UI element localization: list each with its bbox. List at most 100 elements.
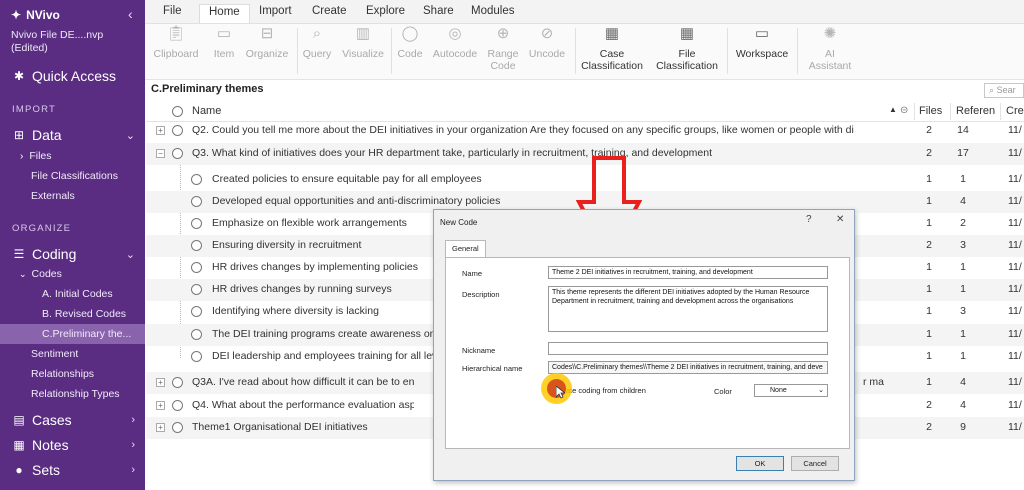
item-button[interactable]: ▭ Item <box>207 24 241 60</box>
row-radio[interactable] <box>172 377 183 388</box>
expand-icon[interactable]: + <box>156 401 165 410</box>
row-radio[interactable] <box>172 422 183 433</box>
hierarchical-name-field: Codes\\C.Preliminary themes\\Theme 2 DEI… <box>548 361 828 374</box>
column-created[interactable]: Crea <box>1006 105 1024 117</box>
query-icon: ⌕ <box>312 25 322 42</box>
collapse-sidebar-icon[interactable]: ‹ <box>128 6 133 22</box>
sidebar-item-revised-codes[interactable]: B. Revised Codes <box>0 304 145 324</box>
uncode-icon: ⊘ <box>540 25 554 42</box>
ok-button[interactable]: OK <box>736 456 784 471</box>
row-radio[interactable] <box>191 329 202 340</box>
query-button[interactable]: ⌕ Query <box>299 24 335 60</box>
chevron-down-icon: ⌄ <box>818 387 824 394</box>
code-button[interactable]: ◯ Code <box>394 24 426 60</box>
table-row[interactable]: + Q2. Could you tell me more about the D… <box>146 120 1024 142</box>
row-radio[interactable] <box>191 218 202 229</box>
section-import: IMPORT <box>12 104 56 115</box>
expand-icon[interactable]: + <box>156 423 165 432</box>
chevron-right-icon: › <box>131 439 135 451</box>
sidebar-item-codes[interactable]: ⌄ Codes <box>0 264 145 284</box>
sidebar-item-relationships[interactable]: Relationships <box>0 364 145 384</box>
clipboard-icon: 📋︎ <box>166 25 186 42</box>
row-radio[interactable] <box>191 262 202 273</box>
row-radio[interactable] <box>172 125 183 136</box>
sidebar-item-notes[interactable]: ▦ Notes › <box>0 435 145 455</box>
data-icon: ⊞ <box>13 128 25 142</box>
row-radio[interactable] <box>191 196 202 207</box>
ribbon-tabs: File Home Import Create Explore Share Mo… <box>145 0 1024 24</box>
row-radio[interactable] <box>191 240 202 251</box>
pin-icon: ✱ <box>13 69 25 83</box>
visualize-button[interactable]: ▥ Visualize <box>339 24 387 60</box>
expand-icon[interactable]: + <box>156 126 165 135</box>
sidebar-item-preliminary-themes[interactable]: C.Preliminary the... <box>0 324 145 344</box>
sets-icon: ● <box>15 463 23 477</box>
sidebar-item-externals[interactable]: Externals <box>0 186 145 206</box>
tab-import[interactable]: Import <box>259 5 292 17</box>
sidebar-item-relationship-types[interactable]: Relationship Types <box>0 384 145 404</box>
sidebar-item-cases[interactable]: ▤ Cases › <box>0 410 145 430</box>
tab-create[interactable]: Create <box>312 5 347 17</box>
tab-general[interactable]: General <box>445 240 486 257</box>
select-all-radio[interactable] <box>172 106 183 117</box>
autocode-button[interactable]: ◎ Autocode <box>429 24 481 60</box>
tab-share[interactable]: Share <box>423 5 454 17</box>
row-radio[interactable] <box>172 148 183 159</box>
nvivo-logo-icon: ✦ <box>11 8 22 22</box>
expand-icon[interactable]: + <box>156 378 165 387</box>
ai-assistant-button[interactable]: ✺ AI Assistant <box>803 24 857 72</box>
sidebar-item-quick-access[interactable]: ✱ Quick Access <box>0 66 145 86</box>
sidebar-item-file-classifications[interactable]: File Classifications <box>0 166 145 186</box>
close-icon[interactable]: ✕ <box>836 214 844 225</box>
mouse-pointer-icon <box>556 386 565 399</box>
column-files[interactable]: Files <box>919 105 942 117</box>
cursor-highlight[interactable] <box>541 373 572 404</box>
uncode-button[interactable]: ⊘ Uncode <box>525 24 569 60</box>
description-field[interactable]: This theme represents the different DEI … <box>548 286 828 332</box>
tab-modules[interactable]: Modules <box>471 5 514 17</box>
row-radio[interactable] <box>191 306 202 317</box>
sidebar-item-initial-codes[interactable]: A. Initial Codes <box>0 284 145 304</box>
name-field[interactable]: Theme 2 DEI initiatives in recruitment, … <box>548 266 828 279</box>
code-icon: ◯ <box>401 25 419 42</box>
coding-icon: ☰ <box>13 247 25 261</box>
cancel-button[interactable]: Cancel <box>791 456 839 471</box>
ribbon-separator <box>391 28 392 74</box>
sidebar-item-files[interactable]: › Files <box>0 146 145 166</box>
link-icon[interactable]: ⊝ <box>900 105 908 116</box>
file-classification-button[interactable]: ▦ File Classification <box>654 24 720 72</box>
list-header: Name ▲ ⊝ Files Referen Crea <box>146 101 1024 122</box>
column-references[interactable]: Referen <box>956 105 995 117</box>
name-label: Name <box>462 269 483 278</box>
workspace-button[interactable]: ▭ Workspace <box>732 24 792 60</box>
collapse-icon[interactable]: − <box>156 149 165 158</box>
row-radio[interactable] <box>172 400 183 411</box>
tab-explore[interactable]: Explore <box>366 5 405 17</box>
sidebar-item-data[interactable]: ⊞ Data ⌄ <box>0 125 145 145</box>
clipboard-button[interactable]: 📋︎ Clipboard <box>151 24 201 60</box>
sidebar-item-coding[interactable]: ☰ Coding ⌄ <box>0 244 145 264</box>
brain-icon: ✺ <box>823 25 837 42</box>
row-radio[interactable] <box>191 351 202 362</box>
nvivo-window: ✦ NVivo ‹ Nvivo File DE....nvp (Edited) … <box>0 0 1024 490</box>
column-divider <box>914 103 915 120</box>
case-classification-button[interactable]: ▦ Case Classification <box>579 24 645 72</box>
sort-up-icon[interactable]: ▲ <box>889 105 897 114</box>
range-code-button[interactable]: ⊕ Range Code <box>485 24 521 72</box>
sidebar-item-sentiment[interactable]: Sentiment <box>0 344 145 364</box>
file-classification-icon: ▦ <box>679 25 695 42</box>
column-name[interactable]: Name <box>192 105 221 117</box>
sidebar-item-sets[interactable]: ● Sets › <box>0 460 145 480</box>
autocode-icon: ◎ <box>448 25 462 42</box>
search-input[interactable]: ⌕ Sear <box>984 83 1024 98</box>
row-radio[interactable] <box>191 174 202 185</box>
help-icon[interactable]: ? <box>806 214 812 225</box>
ribbon-separator <box>727 28 728 74</box>
organize-button[interactable]: ⊟ Organize <box>243 24 291 60</box>
row-radio[interactable] <box>191 284 202 295</box>
tab-file[interactable]: File <box>163 5 182 17</box>
nickname-field[interactable] <box>548 342 828 355</box>
color-select[interactable]: None ⌄ <box>754 384 828 397</box>
tab-home[interactable]: Home <box>199 4 250 23</box>
ribbon-separator <box>297 28 298 74</box>
